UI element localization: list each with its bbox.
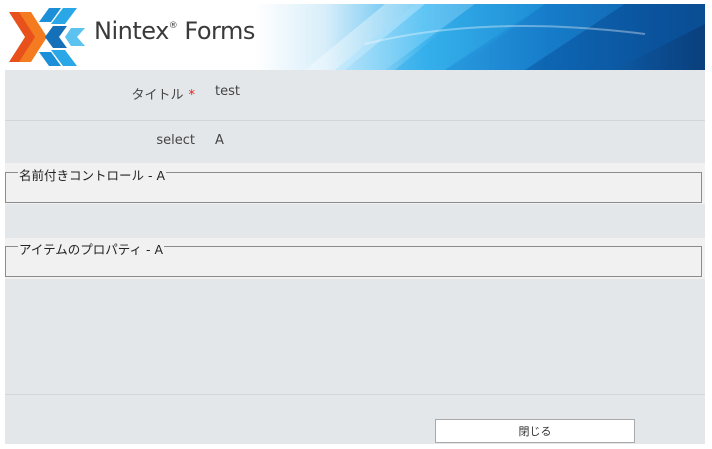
title-field-label: タイトル * [131,88,196,103]
named-control-group-legend: 名前付きコントロール - A [18,165,167,184]
title-field-value: test [215,84,240,99]
nintex-form-window: Nintex® Forms タイトル * test select A 名前付きコン… [5,4,705,444]
nintex-x-logo-icon [9,8,85,66]
required-indicator: * [188,88,196,103]
item-properties-group: アイテムのプロパティ - A [5,239,702,277]
footer-divider [5,394,705,395]
named-control-group: 名前付きコントロール - A [5,165,702,203]
nintex-forms-logo-text: Nintex® Forms [94,17,255,45]
close-button[interactable]: 閉じる [435,419,635,443]
header-banner: Nintex® Forms [5,4,705,70]
select-field-label: select [156,133,195,148]
item-properties-group-legend: アイテムのプロパティ - A [18,239,165,258]
select-field-row: select A [5,121,705,163]
title-field-row: タイトル * test [5,70,705,121]
select-field-value: A [215,133,224,148]
